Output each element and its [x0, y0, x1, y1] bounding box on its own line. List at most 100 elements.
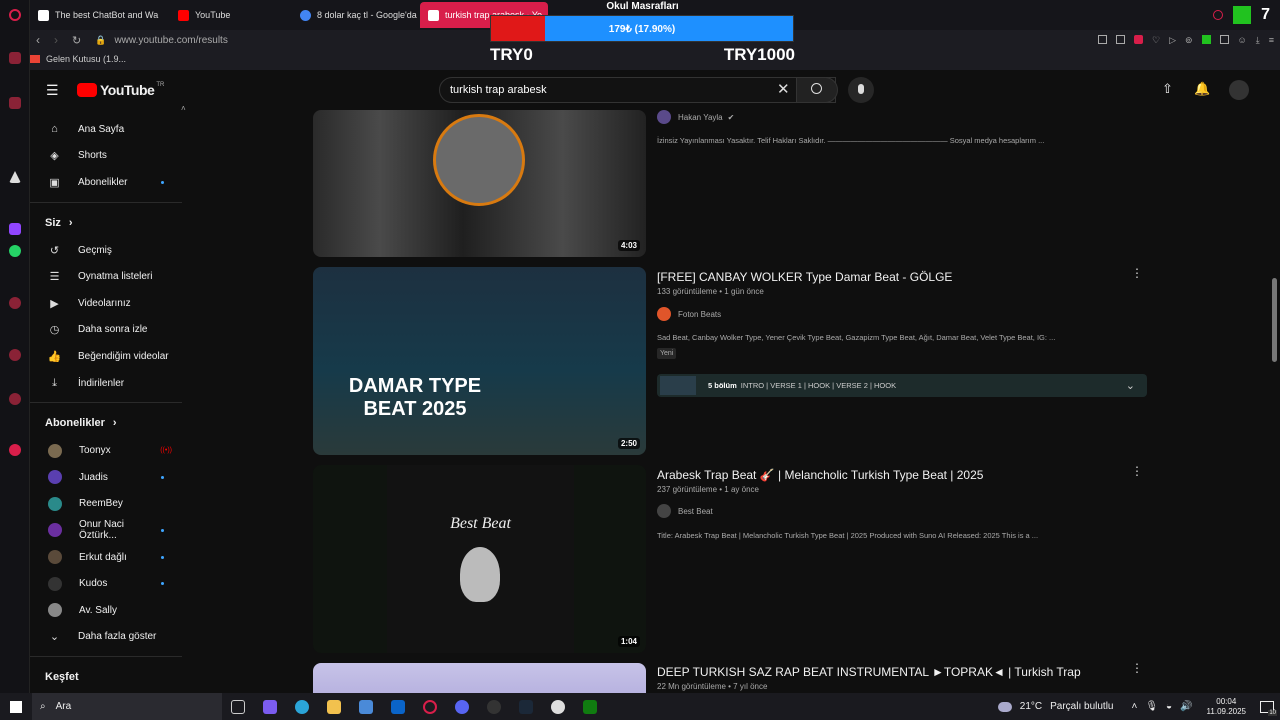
- section-explore[interactable]: Keşfet: [30, 663, 190, 691]
- weather-desc[interactable]: Parçalı bulutlu: [1050, 701, 1113, 712]
- video-thumbnail[interactable]: [313, 663, 646, 693]
- subscription-item[interactable]: Av. Sally: [30, 597, 190, 624]
- subscription-item[interactable]: ReemBey: [30, 491, 190, 518]
- show-more-button[interactable]: ⌄ Daha fazla göster: [30, 624, 190, 651]
- mic-tray-icon[interactable]: 🎙: [1145, 701, 1158, 712]
- chrome-icon[interactable]: [551, 699, 565, 714]
- sidebar-item-history[interactable]: ↺ Geçmiş: [30, 237, 190, 264]
- tab-2[interactable]: YouTube: [170, 2, 292, 28]
- more-options-icon[interactable]: ⋮: [1131, 464, 1143, 478]
- sidebar-item-watch-later[interactable]: ◷ Daha sonra izle: [30, 317, 190, 344]
- channel-link[interactable]: Foton Beats: [657, 307, 721, 321]
- sidebar-item-your-videos[interactable]: ▶ Videolarınız: [30, 290, 190, 317]
- k-logo-icon[interactable]: [1233, 6, 1252, 24]
- subscription-item[interactable]: Onur Naci Öztürk...: [30, 517, 190, 544]
- youtube-logo[interactable]: YouTube TR: [77, 82, 164, 98]
- outlook-icon[interactable]: [391, 699, 405, 714]
- settings-side-icon[interactable]: [9, 393, 21, 405]
- more-options-icon[interactable]: ⋮: [1131, 266, 1143, 280]
- download-ext-icon[interactable]: [1201, 34, 1211, 44]
- chapters-row[interactable]: 5 bölüm INTRO | VERSE 1 | HOOK | VERSE 2…: [657, 374, 1147, 397]
- opera-gx-icon[interactable]: [423, 699, 437, 714]
- section-you[interactable]: Siz ›: [30, 209, 190, 237]
- forward-icon[interactable]: ›: [54, 33, 58, 47]
- reload-icon[interactable]: ↻: [72, 34, 81, 47]
- windows-start-icon[interactable]: [10, 700, 22, 713]
- weather-temp[interactable]: 21°C: [1020, 701, 1042, 712]
- steam-icon[interactable]: [519, 699, 533, 714]
- page-scrollbar[interactable]: [1272, 278, 1277, 362]
- pin-icon[interactable]: [1098, 34, 1107, 44]
- upload-icon[interactable]: ⇧: [1162, 81, 1173, 97]
- channel-link[interactable]: Hakan Yayla ✔: [657, 110, 734, 124]
- aria-icon[interactable]: [9, 171, 21, 183]
- profile-icon[interactable]: ☺: [1238, 35, 1247, 46]
- video-title[interactable]: [FREE] CANBAY WOLKER Type Damar Beat - G…: [657, 270, 952, 284]
- sidebar-item-playlists[interactable]: ☰ Oynatma listeleri: [30, 263, 190, 290]
- volume-icon[interactable]: 🔊: [1180, 701, 1192, 712]
- edge-icon[interactable]: [295, 699, 309, 714]
- clock[interactable]: 00:04 11.09.2025: [1207, 697, 1246, 717]
- instagram-icon[interactable]: [9, 97, 21, 109]
- history-side-icon[interactable]: [9, 349, 21, 361]
- channel-name: Best Beat: [678, 506, 713, 516]
- shield-icon[interactable]: [1134, 34, 1143, 44]
- menu-icon[interactable]: ≡: [1269, 35, 1274, 46]
- voice-search-button[interactable]: [848, 77, 874, 103]
- channel-link[interactable]: Best Beat: [657, 504, 713, 518]
- video-thumbnail[interactable]: Best Beat 1:04: [313, 465, 646, 653]
- xbox-icon[interactable]: [583, 699, 597, 714]
- clear-search-icon[interactable]: ✕: [777, 80, 790, 98]
- heart-icon[interactable]: ♡: [1152, 35, 1160, 46]
- url-field[interactable]: www.youtube.com/results: [114, 35, 227, 46]
- video-thumbnail[interactable]: 4:03: [313, 110, 646, 257]
- extensions-icon[interactable]: [1219, 34, 1229, 44]
- sidebar-item-subscriptions[interactable]: ▣ Abonelikler: [30, 169, 190, 196]
- live-icon: ((•)): [160, 447, 172, 455]
- search-tabs-icon[interactable]: [1213, 10, 1224, 20]
- file-explorer-icon[interactable]: [327, 699, 341, 714]
- store-icon[interactable]: [359, 699, 373, 714]
- subscription-item[interactable]: Juadis: [30, 464, 190, 491]
- tab-3[interactable]: 8 dolar kaç tl - Google'da: [292, 2, 420, 28]
- notifications-icon[interactable]: 🔔: [1194, 81, 1210, 97]
- back-icon[interactable]: ‹: [36, 33, 40, 47]
- copilot-icon[interactable]: [263, 699, 277, 714]
- section-subscriptions[interactable]: Abonelikler ›: [30, 409, 190, 437]
- messenger-icon[interactable]: [9, 52, 21, 64]
- sidebar-item-downloads[interactable]: ⤓ İndirilenler: [30, 370, 190, 397]
- obs-icon[interactable]: [487, 699, 501, 714]
- notifications-tray-icon[interactable]: 10: [1260, 700, 1277, 716]
- tray-chevron-icon[interactable]: ˄: [1132, 701, 1138, 712]
- taskbar-search[interactable]: ⌕ Ara: [32, 693, 222, 720]
- video-title[interactable]: DEEP TURKISH SAZ RAP BEAT INSTRUMENTAL ►…: [657, 665, 1081, 679]
- whatsapp-icon[interactable]: [9, 245, 21, 257]
- opera-logo-icon[interactable]: [9, 9, 21, 21]
- vpn-icon[interactable]: ⊚: [1185, 35, 1193, 46]
- subscription-item[interactable]: Kudos: [30, 570, 190, 597]
- avatar[interactable]: [1229, 80, 1249, 100]
- search-button[interactable]: [796, 77, 838, 103]
- more-options-icon[interactable]: ⋮: [1131, 661, 1143, 675]
- task-view-icon[interactable]: [231, 699, 245, 714]
- twitch-icon[interactable]: [9, 223, 21, 235]
- sidebar-item-home[interactable]: ⌂ Ana Sayfa: [30, 116, 190, 143]
- snapshot-icon[interactable]: [1116, 34, 1125, 44]
- hamburger-icon[interactable]: ☰: [46, 82, 59, 99]
- discord-icon[interactable]: [455, 699, 469, 714]
- subscription-item[interactable]: Erkut dağlı: [30, 544, 190, 571]
- downloads-icon[interactable]: ⤓: [1256, 35, 1260, 46]
- player-icon[interactable]: [9, 297, 21, 309]
- more-side-icon[interactable]: [9, 444, 21, 456]
- play-icon[interactable]: ▷: [1169, 35, 1176, 46]
- video-thumbnail[interactable]: DAMAR TYPE BEAT 2025 2:50: [313, 267, 646, 455]
- bookmark-gmail[interactable]: Gelen Kutusu (1.9...: [46, 54, 126, 64]
- network-icon[interactable]: ◒: [1166, 701, 1172, 712]
- video-title[interactable]: Arabesk Trap Beat 🎸 | Melancholic Turkis…: [657, 468, 983, 482]
- tab-1[interactable]: The best ChatBot and Wa: [30, 2, 170, 28]
- subscription-item[interactable]: Toonyx ((•)): [30, 437, 190, 464]
- chevron-down-icon[interactable]: ⌄: [1126, 379, 1135, 392]
- sidebar-scroll-up-icon[interactable]: ˄: [181, 104, 186, 113]
- sidebar-item-liked[interactable]: 👍 Beğendiğim videolar: [30, 343, 190, 370]
- sidebar-item-shorts[interactable]: ◈ Shorts: [30, 143, 190, 170]
